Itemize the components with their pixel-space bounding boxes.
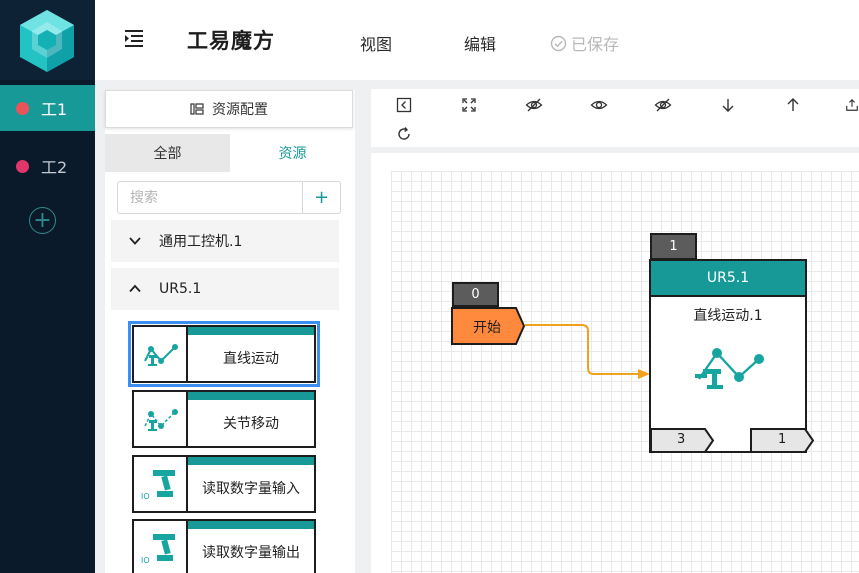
search-input[interactable] [117,181,303,214]
cube-logo-icon [20,10,74,72]
svg-text:IO: IO [141,492,150,501]
save-status: 已保存 [550,31,619,55]
app-window: { "app": {"title": "工易魔方"}, "header": { … [0,0,859,573]
card-label: 关节移动 [223,416,279,432]
card-accent-bar [188,457,314,465]
menu-fold-icon [125,30,143,47]
check-circle-icon [550,35,567,51]
group-ur5[interactable]: UR5.1 [111,268,339,310]
collapse-left-icon[interactable] [394,95,414,115]
chevron-up-icon [129,284,141,293]
svg-text:IO: IO [141,556,150,565]
status-dot [16,159,29,173]
eye-icon[interactable] [589,95,609,115]
io-robot-icon: IO [134,457,188,511]
panel-tabs: 全部 资源 [105,134,355,172]
resource-config-icon [190,103,204,115]
start-node-index: 0 [452,282,499,307]
resource-card-read-do[interactable]: IO 读取数字量输出 [132,519,316,573]
rail-item-1[interactable]: 工1 [0,85,95,131]
card-label: 读取数字量输入 [202,481,300,497]
group-label: 通用工控机.1 [159,234,243,250]
menu-toggle-button[interactable] [123,29,145,51]
output-port-label: 1 [778,432,787,447]
card-accent-bar [188,521,314,529]
resource-card-read-di[interactable]: IO 读取数字量输入 [132,455,316,513]
eye-off-icon[interactable] [653,95,673,115]
robot-arm-linear-icon [134,327,188,381]
tab-all[interactable]: 全部 [105,134,230,172]
group-ipc[interactable]: 通用工控机.1 [111,220,339,262]
canvas-toolbar [371,89,859,147]
rail-item-label: 工2 [41,158,68,177]
resource-card-linear-move[interactable]: 直线运动 [128,321,320,387]
app-title: 工易魔方 [187,29,275,53]
menu-view[interactable]: 视图 [360,31,392,55]
eye-off-icon[interactable] [524,95,544,115]
output-port[interactable]: 1 [750,428,816,453]
flow-node-linear-move[interactable]: UR5.1 直线运动.1 3 1 [649,259,815,453]
arrow-down-icon[interactable] [718,95,738,115]
left-rail: 工1 工2 + [0,0,95,573]
chevron-down-icon [129,237,141,245]
resource-panel: 资源配置 全部 资源 + 通用工控机.1 UR5.1 直 [105,90,355,573]
refresh-icon[interactable] [394,124,414,144]
add-project-button[interactable]: + [29,207,56,234]
start-node-label: 开始 [473,320,501,336]
input-port-label: 3 [677,432,686,447]
tab-resources[interactable]: 资源 [230,134,355,172]
robot-arm-linear-icon [691,347,767,401]
group-label: UR5.1 [159,281,202,297]
robot-arm-joint-icon [134,392,188,446]
card-label: 直线运动 [223,351,279,367]
card-accent-bar [188,327,314,335]
card-label: 读取数字量输出 [202,545,300,561]
io-robot-icon: IO [134,521,188,573]
node-index: 1 [650,233,697,260]
fit-screen-icon[interactable] [459,95,479,115]
rail-item-label: 工1 [41,100,68,119]
card-accent-bar [188,392,314,400]
status-dot [16,101,29,115]
export-icon[interactable] [845,95,859,115]
plus-circle-icon: + [33,207,52,233]
start-node[interactable]: 开始 [451,307,526,345]
panel-title: 资源配置 [212,102,268,118]
panel-header: 资源配置 [105,90,353,128]
add-resource-button[interactable]: + [302,181,341,214]
node-header: UR5.1 [651,261,805,297]
arrow-up-icon[interactable] [783,95,803,115]
input-port[interactable]: 3 [651,428,715,453]
saved-label: 已保存 [571,35,620,54]
app-logo [0,0,95,80]
top-header: 工易魔方 视图 编辑 已保存 [95,0,859,80]
resource-card-joint-move[interactable]: 关节移动 [132,390,316,448]
node-label: 直线运动.1 [693,308,763,324]
menu-edit[interactable]: 编辑 [464,31,496,55]
rail-item-2[interactable]: 工2 [0,143,95,189]
